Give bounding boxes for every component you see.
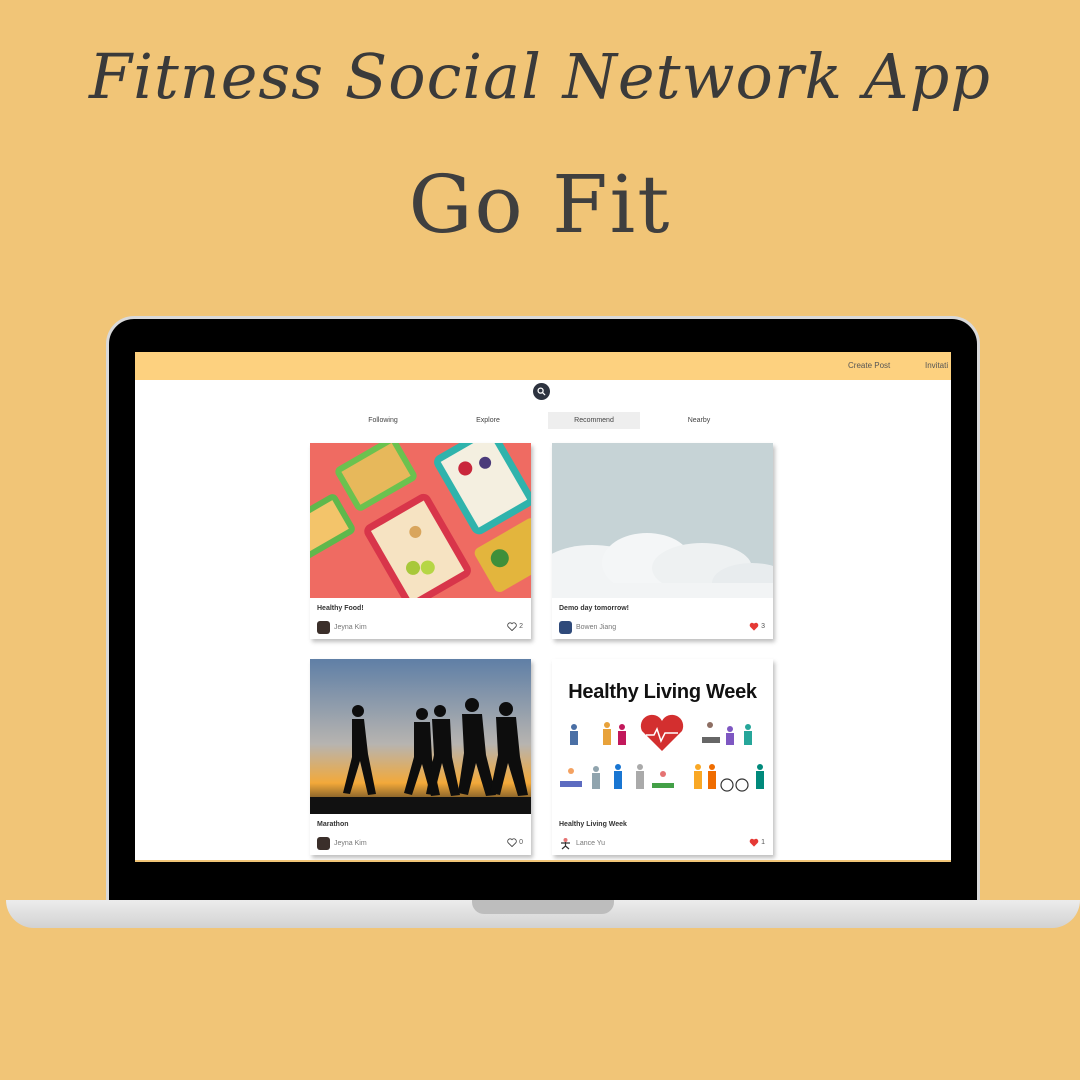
promo-app-name: Go Fit bbox=[408, 158, 672, 251]
like-button[interactable]: 1 bbox=[749, 838, 765, 847]
like-count: 0 bbox=[519, 839, 523, 846]
post-title: Demo day tomorrow! bbox=[559, 605, 630, 612]
heart-filled-icon bbox=[749, 622, 759, 631]
like-count: 3 bbox=[761, 623, 765, 630]
like-button[interactable]: 2 bbox=[507, 622, 523, 631]
healthy-food-photo bbox=[310, 443, 531, 598]
healthy-living-week-illustration: Healthy Living Week bbox=[552, 659, 773, 814]
illustration-title: Healthy Living Week bbox=[568, 681, 757, 703]
laptop-notch bbox=[472, 900, 614, 914]
heart-outline-icon bbox=[507, 622, 517, 631]
search-icon bbox=[537, 387, 546, 396]
tab-explore[interactable]: Explore bbox=[442, 412, 534, 429]
post-title: Healthy Food! bbox=[317, 605, 364, 612]
search-button[interactable] bbox=[533, 383, 550, 400]
post-card[interactable]: Healthy Food! Jeyna Kim 2 bbox=[310, 443, 531, 639]
app-topbar: Create Post Invitati bbox=[135, 352, 951, 380]
runners-silhouette-photo bbox=[310, 659, 531, 814]
avatar bbox=[559, 837, 572, 850]
like-count: 1 bbox=[761, 839, 765, 846]
avatar bbox=[559, 621, 572, 634]
post-author: Jeyna Kim bbox=[334, 840, 367, 847]
tab-recommend[interactable]: Recommend bbox=[548, 412, 640, 429]
promo-headline: Fitness Social Network App bbox=[89, 40, 991, 113]
post-title: Marathon bbox=[317, 821, 349, 828]
tab-nearby[interactable]: Nearby bbox=[653, 412, 745, 429]
sky-clouds-photo bbox=[552, 443, 773, 598]
post-title: Healthy Living Week bbox=[559, 821, 627, 828]
nav-create-post[interactable]: Create Post bbox=[848, 361, 890, 370]
post-card[interactable]: Demo day tomorrow! Bowen Jiang 3 bbox=[552, 443, 773, 639]
like-button[interactable]: 0 bbox=[507, 838, 523, 847]
like-count: 2 bbox=[519, 623, 523, 630]
post-card[interactable]: Marathon Jeyna Kim 0 bbox=[310, 659, 531, 855]
avatar bbox=[317, 621, 330, 634]
app-screen: Create Post Invitati Following Explore R… bbox=[135, 352, 951, 862]
like-button[interactable]: 3 bbox=[749, 622, 765, 631]
heart-outline-icon bbox=[507, 838, 517, 847]
post-author: Bowen Jiang bbox=[576, 624, 617, 631]
post-card[interactable]: Healthy Living Week Healthy Living Week … bbox=[552, 659, 773, 855]
avatar bbox=[317, 837, 330, 850]
post-author: Jeyna Kim bbox=[334, 624, 367, 631]
heart-filled-icon bbox=[749, 838, 759, 847]
tab-following[interactable]: Following bbox=[337, 412, 429, 429]
post-author: Lance Yu bbox=[576, 840, 606, 847]
nav-invitations[interactable]: Invitati bbox=[925, 361, 948, 370]
